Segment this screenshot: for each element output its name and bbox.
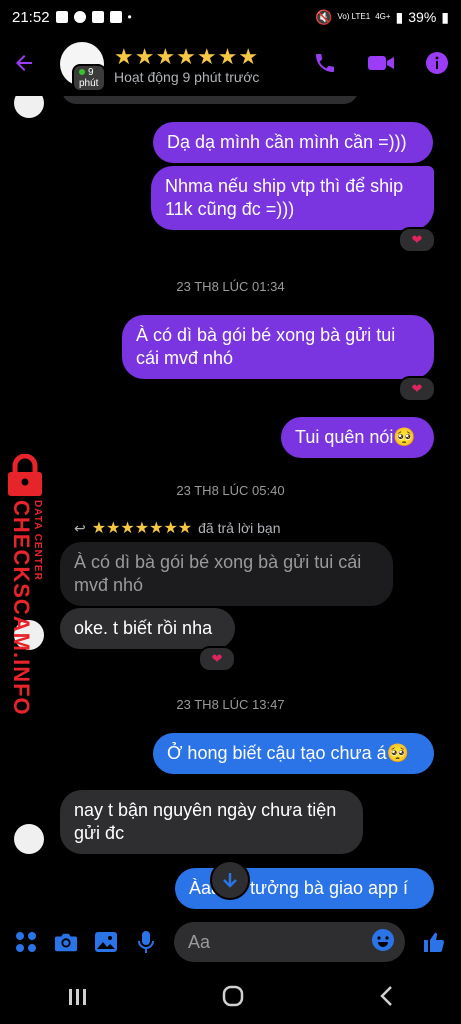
reply-sender: ★★★★★★★ <box>91 520 193 537</box>
message-notification-icon <box>91 11 104 23</box>
message-text: Tui quên nói <box>295 427 394 447</box>
timestamp: 23 TH8 LÚC 13:47 <box>176 697 285 712</box>
message-input[interactable]: Aa <box>174 922 405 962</box>
outgoing-message[interactable]: Ở hong biết cậu tạo chưa á🥺 <box>153 733 434 774</box>
battery-icon: ▮ <box>441 8 449 25</box>
avatar <box>14 96 44 118</box>
activity-status: Hoạt động 9 phút trước <box>114 69 260 85</box>
watermark: CHECKSCAM.INFO DATA CENTER <box>2 450 52 716</box>
recents-icon[interactable] <box>67 986 89 1014</box>
network-label: Vo) LTE1 <box>337 12 371 21</box>
timestamp: 23 TH8 LÚC 01:34 <box>176 279 285 294</box>
incoming-message[interactable]: oke. t biết rồi nha <box>60 608 235 649</box>
active-status-badge: 9 phút <box>72 64 106 92</box>
outgoing-message[interactable]: À có dì bà gói bé xong bà gửi tui cái mv… <box>122 315 434 379</box>
mic-icon[interactable] <box>134 930 158 954</box>
incoming-message[interactable]: nay t bận nguyên ngày chưa tiện gửi đc <box>60 790 363 854</box>
news-notification-icon <box>109 11 122 23</box>
emoji-icon[interactable] <box>371 928 395 957</box>
status-bar: 21:52 • 🔇 Vo) LTE1 4G+ ▮ 39% ▮ <box>0 0 461 34</box>
timestamp: 23 TH8 LÚC 05:40 <box>176 483 285 498</box>
status-time: 21:52 <box>12 8 50 26</box>
outgoing-message[interactable]: Nhma nếu ship vtp thì để ship 11k cũng đ… <box>151 166 434 230</box>
down-arrow-icon[interactable] <box>210 860 250 900</box>
back-arrow-icon[interactable] <box>12 51 52 80</box>
signal-icon: ▮ <box>395 8 404 25</box>
pleading-emoji-icon: 🥺 <box>386 743 410 763</box>
facebook-notification-icon <box>73 11 86 23</box>
camera-icon[interactable] <box>54 930 78 954</box>
heart-icon[interactable]: ❤ <box>398 227 436 253</box>
quoted-message[interactable]: À có dì bà gói bé xong bà gửi tui cái mv… <box>60 542 393 606</box>
previous-message-fragment <box>62 96 358 104</box>
system-nav-bar <box>0 975 461 1024</box>
home-icon[interactable] <box>222 985 244 1014</box>
lock-icon <box>8 454 42 496</box>
gallery-notification-icon <box>55 11 68 23</box>
message-input-placeholder: Aa <box>188 931 211 952</box>
watermark-name: CHECKSCAM.INFO <box>9 500 34 716</box>
watermark-subtitle: DATA CENTER <box>32 500 43 581</box>
reply-label: đã trả lời bạn <box>198 520 281 536</box>
like-icon[interactable] <box>421 930 447 954</box>
grid-icon[interactable] <box>14 930 38 954</box>
image-icon[interactable] <box>94 930 118 954</box>
outgoing-message[interactable]: Tui quên nói🥺 <box>281 417 434 458</box>
mute-icon: 🔇 <box>314 8 333 25</box>
avatar <box>14 824 44 854</box>
chat-header: 9 phút ★★★★★★★ Hoạt động 9 phút trước <box>0 34 461 96</box>
message-text: Ở hong biết cậu tạo chưa á <box>167 743 387 763</box>
contact-avatar[interactable]: 9 phút <box>60 42 106 92</box>
message-composer: Aa <box>0 920 461 964</box>
message-list[interactable]: Dạ dạ mình cần mình cần =))) Nhma nếu sh… <box>0 96 461 926</box>
pleading-emoji-icon: 🥺 <box>393 427 416 447</box>
video-icon[interactable] <box>367 51 395 80</box>
reply-icon: ↩ <box>74 519 86 536</box>
network-type: 4G+ <box>375 12 391 21</box>
heart-icon[interactable]: ❤ <box>398 376 436 402</box>
more-notifications-icon: • <box>127 10 132 24</box>
contact-title[interactable]: ★★★★★★★ Hoạt động 9 phút trước <box>114 44 260 86</box>
reply-indicator: ↩ ★★★★★★★ đã trả lời bạn <box>74 518 280 538</box>
outgoing-message[interactable]: Dạ dạ mình cần mình cần =))) <box>153 122 433 163</box>
contact-name: ★★★★★★★ <box>114 44 260 69</box>
battery-percent: 39% <box>408 9 437 25</box>
nav-back-icon[interactable] <box>378 985 394 1014</box>
phone-icon[interactable] <box>313 51 337 80</box>
info-icon[interactable] <box>425 51 449 80</box>
heart-icon[interactable]: ❤ <box>198 646 236 672</box>
